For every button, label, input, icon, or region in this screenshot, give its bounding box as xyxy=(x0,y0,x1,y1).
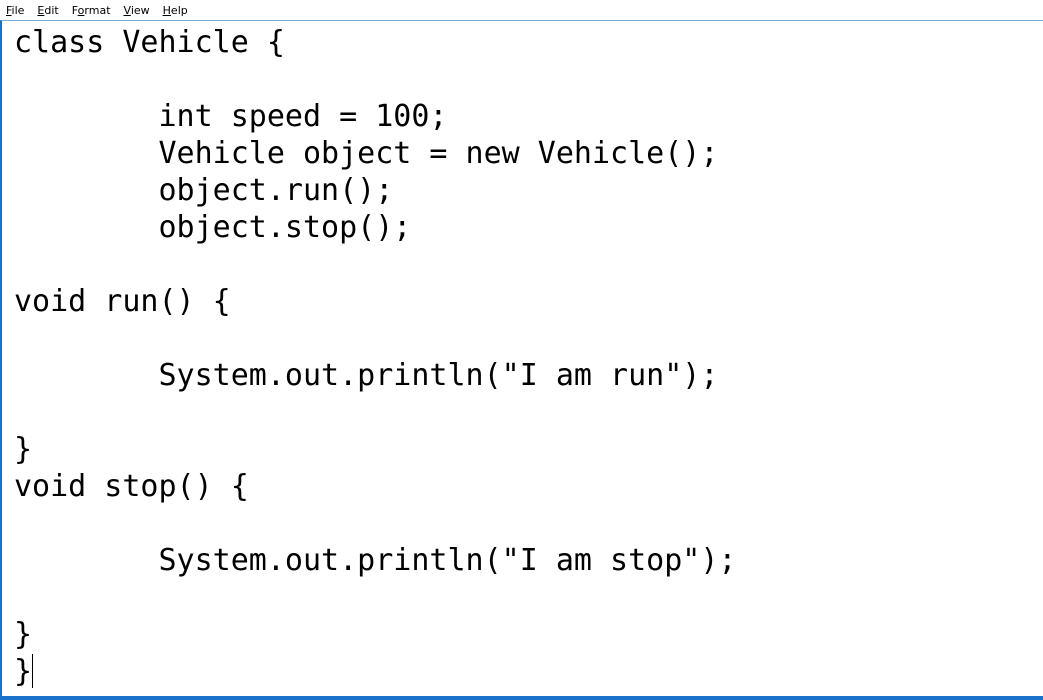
text-editor[interactable]: class Vehicle { int speed = 100; Vehicle… xyxy=(0,20,1043,700)
text-caret xyxy=(32,654,34,688)
editor-text[interactable]: class Vehicle { int speed = 100; Vehicle… xyxy=(14,24,736,690)
menu-format[interactable]: Format xyxy=(65,4,117,17)
menu-file[interactable]: File xyxy=(0,4,30,17)
editor-content: class Vehicle { int speed = 100; Vehicle… xyxy=(14,25,737,689)
menu-bar: File Edit Format View Help xyxy=(0,0,1043,20)
menu-edit[interactable]: Edit xyxy=(30,4,64,17)
menu-view[interactable]: View xyxy=(117,4,156,17)
menu-help[interactable]: Help xyxy=(156,4,194,17)
